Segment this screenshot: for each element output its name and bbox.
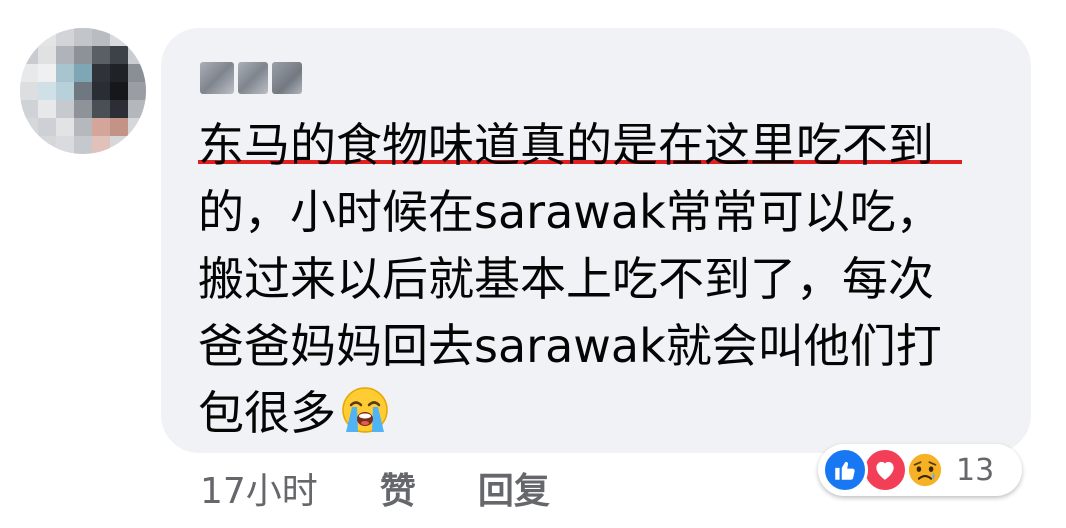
like-icon: [822, 447, 868, 493]
avatar[interactable]: [20, 28, 146, 154]
reply-button[interactable]: 回复: [478, 462, 550, 514]
comment-timestamp[interactable]: 17小时: [200, 462, 318, 514]
comment-line: 包很多: [198, 386, 336, 440]
reactions-summary[interactable]: 13: [818, 444, 1022, 496]
like-button[interactable]: 赞: [380, 462, 416, 514]
comment-line: 搬过来以后就基本上吃不到了，每次: [198, 252, 934, 306]
sad-icon: [902, 447, 948, 493]
comment-line: 的，小时候在sarawak常常可以吃，: [198, 185, 942, 239]
reaction-count: 13: [956, 452, 995, 488]
comment-line: 爸爸妈妈回去sarawak就会叫他们打: [198, 319, 942, 373]
comment-line-last: 包很多: [198, 380, 988, 447]
author-name-redacted[interactable]: [200, 62, 302, 94]
love-icon: [862, 447, 908, 493]
comment-actions: 17小时 赞 回复: [200, 462, 550, 514]
comment-line: 东马的食物味道真的是在这里吃不到: [198, 118, 934, 172]
comment-text: 东马的食物味道真的是在这里吃不到 的，小时候在sarawak常常可以吃， 搬过来…: [198, 112, 988, 447]
loudly-crying-face-emoji-icon: [342, 387, 388, 433]
